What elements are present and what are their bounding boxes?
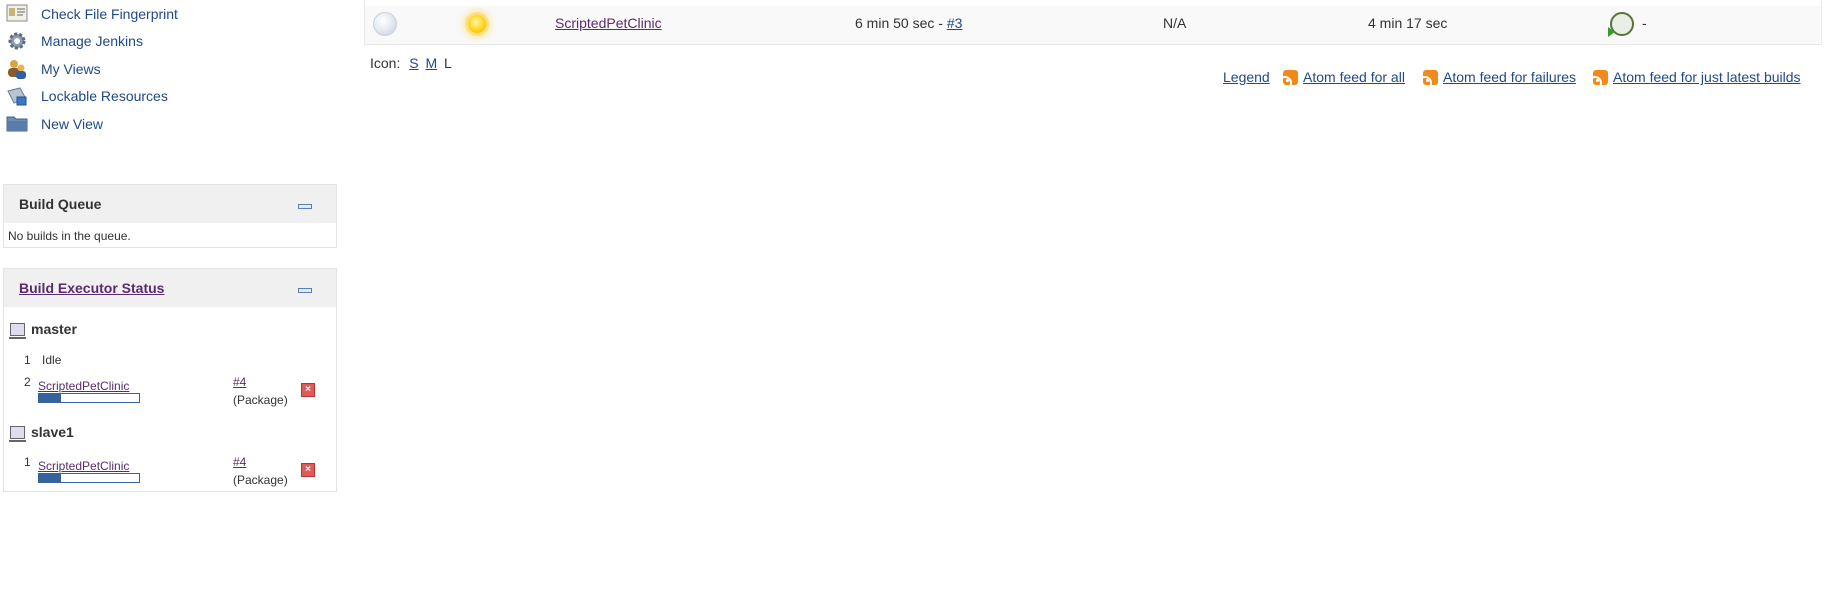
feed-latest-link[interactable]: Atom feed for just latest builds [1593,69,1801,85]
node-master[interactable]: master [9,321,77,339]
executor-number: 1 [24,353,31,367]
feed-all-label: Atom feed for all [1303,69,1405,85]
executor-state: Idle [42,353,62,367]
rss-icon [1593,70,1608,85]
executor-number: 2 [24,375,31,389]
last-success-build-link[interactable]: #3 [947,15,963,31]
executor-build-link[interactable]: #4 [233,455,246,469]
task-label: Manage Jenkins [41,33,143,49]
node-slave1[interactable]: slave1 [9,424,74,442]
table-row: ScriptedPetClinic 6 min 50 sec - #3 N/A … [365,6,1821,44]
task-label: New View [41,116,103,132]
last-duration-cell: 4 min 17 sec [1368,15,1448,31]
build-queue-title: Build Queue [19,196,102,212]
task-manage-jenkins[interactable]: Manage Jenkins [6,29,143,53]
executor-progress-bar[interactable] [38,393,140,403]
executor-stage: (Package) [233,473,288,487]
progress-fill [39,394,61,402]
rss-icon [1423,70,1438,85]
icon-size-label: Icon: [370,55,401,71]
executor-progress-bar[interactable] [38,473,140,483]
gear-icon [6,30,28,52]
schedule-text: - [1642,15,1647,31]
rss-icon [1283,70,1298,85]
task-label: My Views [41,61,101,77]
collapse-icon[interactable] [298,204,312,209]
executor-status-header: Build Executor Status [4,269,336,307]
stop-build-icon[interactable]: × [301,463,315,477]
sunny-icon [468,15,486,33]
executor-row: 1 Idle [24,353,61,367]
task-my-views[interactable]: My Views [6,57,101,81]
executor-stage: (Package) [233,393,288,407]
icon-size-m[interactable]: M [425,55,437,71]
clock-icon[interactable] [1608,12,1634,37]
icon-size-l: L [444,55,452,71]
stop-build-icon[interactable]: × [301,383,315,397]
task-label: Lockable Resources [41,88,168,104]
task-new-view[interactable]: New View [6,112,103,136]
executor-build-link[interactable]: #4 [233,375,246,389]
grey-ball-icon [373,12,397,36]
folder-icon [6,113,28,135]
executor-number: 1 [24,455,31,469]
fingerprint-icon [6,3,28,25]
feed-latest-label: Atom feed for just latest builds [1613,69,1801,85]
computer-icon [9,322,26,339]
executor-job-link[interactable]: ScriptedPetClinic [38,459,129,473]
legend-link[interactable]: Legend [1223,69,1270,85]
jobs-table: ScriptedPetClinic 6 min 50 sec - #3 N/A … [364,0,1822,45]
task-check-file-fingerprint[interactable]: Check File Fingerprint [6,2,178,26]
feed-all-link[interactable]: Atom feed for all [1283,69,1405,85]
task-label: Check File Fingerprint [41,6,178,22]
job-name-link[interactable]: ScriptedPetClinic [555,15,662,31]
executor-job-link[interactable]: ScriptedPetClinic [38,379,129,393]
node-name: master [31,321,77,337]
build-queue-pane: Build Queue No builds in the queue. [3,184,337,248]
icon-size-s[interactable]: S [409,55,418,71]
task-lockable-resources[interactable]: Lockable Resources [6,84,168,108]
computer-icon [9,425,26,442]
build-queue-empty: No builds in the queue. [8,229,131,243]
last-success-cell: 6 min 50 sec - #3 [855,15,962,31]
collapse-icon[interactable] [298,288,312,293]
build-queue-header: Build Queue [4,185,336,223]
user-group-icon [6,58,28,80]
executor-status-title[interactable]: Build Executor Status [19,280,164,296]
lock-resources-icon [6,85,28,107]
executor-status-pane: Build Executor Status master 1 Idle 2 Sc… [3,268,337,492]
progress-fill [39,474,61,482]
last-failure-cell: N/A [1163,15,1187,31]
last-success-time: 6 min 50 sec - [855,15,947,31]
feed-failures-link[interactable]: Atom feed for failures [1423,69,1576,85]
feed-failures-label: Atom feed for failures [1443,69,1577,85]
icon-size-selector: Icon: S M L [370,55,452,71]
node-name: slave1 [31,424,74,440]
